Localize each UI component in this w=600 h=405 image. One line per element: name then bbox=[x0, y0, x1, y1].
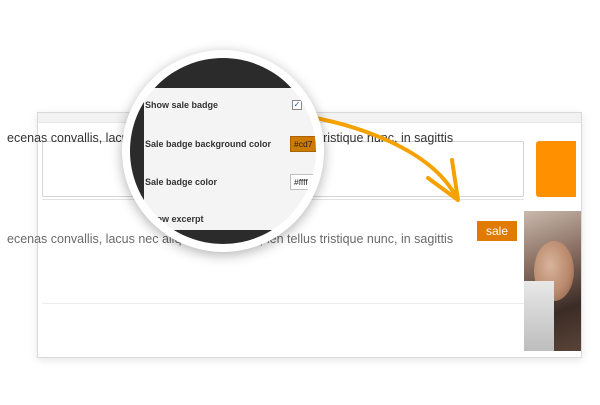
sale-badge-bg-color-label: Sale badge background color bbox=[145, 139, 272, 149]
settings-panel: Show sale badge ✓ Sale badge background … bbox=[130, 58, 316, 244]
sale-badge-color-field[interactable]: #ffff bbox=[290, 174, 316, 190]
admin-sidebar bbox=[130, 58, 144, 244]
preview-orange-button[interactable] bbox=[536, 141, 576, 197]
preview-divider-2 bbox=[42, 303, 524, 304]
show-excerpt-label: Show excerpt bbox=[145, 214, 204, 224]
check-icon: ✓ bbox=[293, 100, 301, 109]
sale-badge-bg-color-field[interactable]: #cd7 bbox=[290, 136, 316, 152]
product-image[interactable] bbox=[524, 211, 581, 351]
sale-badge-color-label: Sale badge color bbox=[145, 177, 218, 187]
admin-footer bbox=[130, 230, 316, 244]
show-sale-badge-checkbox[interactable]: ✓ bbox=[292, 100, 302, 110]
sale-badge: sale bbox=[477, 221, 517, 241]
magnifier-lens: Show sale badge ✓ Sale badge background … bbox=[122, 50, 324, 252]
show-sale-badge-label: Show sale badge bbox=[145, 100, 219, 110]
product-photo-shirt bbox=[524, 281, 554, 351]
show-excerpt-checkbox[interactable] bbox=[292, 214, 302, 224]
admin-topbar bbox=[130, 58, 316, 88]
